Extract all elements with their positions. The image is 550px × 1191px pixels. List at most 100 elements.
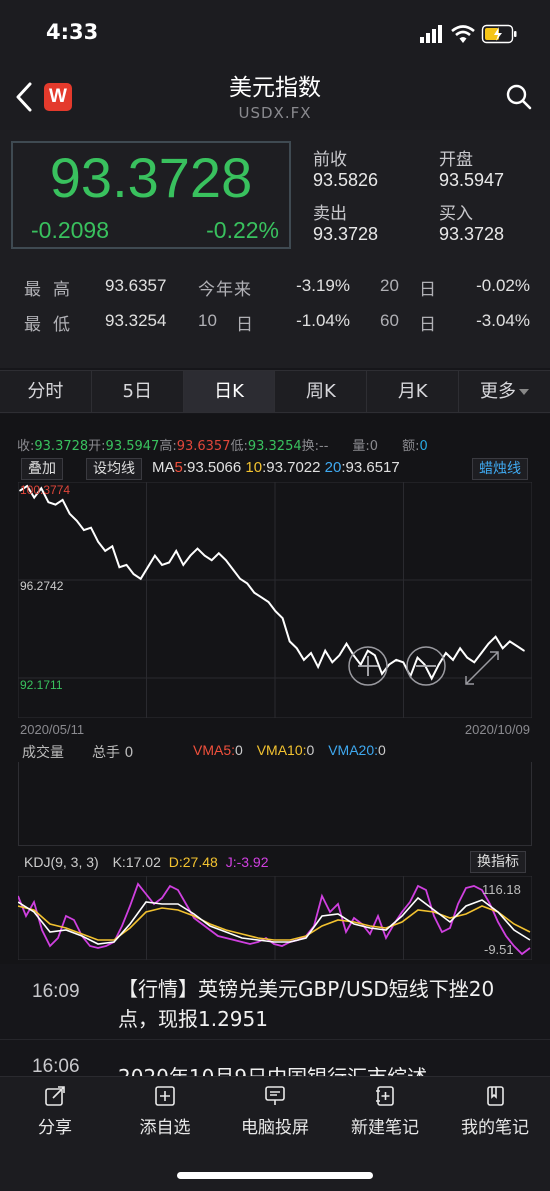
kdj-d-value: 27.48 bbox=[182, 854, 218, 870]
signal-icon bbox=[420, 25, 442, 43]
price-point bbox=[132, 573, 135, 575]
price-point bbox=[459, 647, 461, 650]
nav-bar: W 美元指数 USDX.FX bbox=[0, 62, 550, 130]
price-point bbox=[168, 561, 170, 564]
price-point bbox=[296, 647, 298, 650]
kdj-chart: 116.18 -9.51 bbox=[18, 876, 532, 960]
page-title: 美元指数 bbox=[229, 75, 321, 101]
tab-intraday[interactable]: 分时 bbox=[0, 371, 92, 412]
news-time: 16:06 bbox=[32, 1056, 80, 1076]
fullscreen-icon[interactable] bbox=[465, 651, 499, 685]
share-icon bbox=[45, 1086, 65, 1106]
price-point bbox=[317, 666, 319, 668]
bottom-toolbar: 分享 添自选 电脑投屏 新建笔记 我的笔记 bbox=[0, 1076, 550, 1191]
price-chart[interactable]: 100.3774 96.2742 92.1711 bbox=[18, 482, 532, 718]
price-point bbox=[189, 554, 192, 557]
amount-value: 0 bbox=[419, 439, 428, 454]
chevron-down-icon bbox=[519, 389, 530, 395]
y-tick-low: 92.1711 bbox=[20, 678, 63, 692]
volume-value: 0 bbox=[369, 439, 379, 454]
prev-close-label: 前收 bbox=[313, 150, 347, 170]
price-point bbox=[509, 640, 511, 643]
bid-value: 93.3728 bbox=[439, 224, 505, 244]
status-icons bbox=[420, 24, 517, 44]
cast-button[interactable]: 电脑投屏 bbox=[220, 1085, 330, 1138]
my-notes-button[interactable]: 我的笔记 bbox=[440, 1085, 550, 1138]
x-start-label: 2020/05/11 bbox=[20, 722, 85, 737]
ma20-value: :93.6517 bbox=[341, 459, 400, 476]
vma20-value: 0 bbox=[378, 742, 386, 758]
price-box: 93.3728 -0.2098 -0.22% bbox=[11, 141, 291, 249]
price-point bbox=[260, 596, 263, 599]
tab-5day[interactable]: 5日 bbox=[92, 371, 184, 412]
tab-monthly-k[interactable]: 月K bbox=[367, 371, 460, 412]
kdj-j-value: -3.92 bbox=[236, 854, 269, 870]
ytd-label: 今年来 bbox=[198, 280, 252, 300]
set-ma-button[interactable]: 设均线 bbox=[86, 458, 142, 480]
price-point bbox=[253, 591, 256, 594]
kdj-y-max: 116.18 bbox=[482, 882, 521, 897]
price-point bbox=[445, 652, 447, 654]
battery-icon bbox=[481, 24, 517, 44]
price-point bbox=[288, 640, 291, 643]
price-point bbox=[118, 566, 121, 568]
price-point bbox=[331, 661, 334, 664]
ohlc-row: 收:93.3728开:93.5947高:93.6357低:93.3254换:--… bbox=[17, 435, 428, 454]
kdj-j-label: J: bbox=[225, 854, 237, 870]
price-point bbox=[68, 513, 71, 515]
vma5-value: 0 bbox=[235, 742, 243, 758]
vma5-label: VMA5: bbox=[193, 742, 236, 758]
price-point bbox=[480, 652, 483, 654]
price-point bbox=[416, 656, 419, 659]
search-icon[interactable] bbox=[504, 82, 534, 112]
price-point bbox=[402, 661, 405, 664]
news-item[interactable]: 16:09 【行情】英镑兑美元GBP/USD短线下挫20点，现报1.2951 bbox=[0, 964, 550, 1040]
tab-more[interactable]: 更多 bbox=[459, 371, 550, 412]
price-point bbox=[161, 564, 163, 566]
y-tick-mid: 96.2742 bbox=[20, 579, 64, 593]
price-point bbox=[182, 564, 185, 566]
new-note-button[interactable]: 新建笔记 bbox=[330, 1085, 440, 1138]
kdj-y-min: -9.51 bbox=[484, 942, 514, 957]
ma-label: MA bbox=[152, 459, 175, 476]
open-label: 开: bbox=[88, 439, 106, 454]
news-headline: 【行情】英镑兑美元GBP/USD短线下挫20点，现报1.2951 bbox=[118, 977, 495, 1031]
quote-panel: 93.3728 -0.2098 -0.22% 前收 93.5826 开盘 93.… bbox=[0, 130, 550, 368]
price-point bbox=[232, 568, 234, 571]
price-point bbox=[196, 547, 199, 550]
turnover-value: -- bbox=[319, 439, 329, 454]
volume-chart bbox=[18, 762, 532, 846]
add-watchlist-label: 添自选 bbox=[139, 1118, 191, 1138]
ma10-value: :93.7022 bbox=[262, 459, 321, 476]
vma10-label: VMA10: bbox=[256, 742, 307, 758]
price-point bbox=[345, 642, 348, 645]
zoom-out-icon[interactable] bbox=[406, 646, 446, 686]
price-point bbox=[452, 659, 454, 661]
overlay-button[interactable]: 叠加 bbox=[21, 458, 63, 480]
add-watchlist-button[interactable]: 添自选 bbox=[110, 1085, 220, 1138]
tab-weekly-k[interactable]: 周K bbox=[275, 371, 368, 412]
price-point bbox=[381, 673, 383, 675]
share-button[interactable]: 分享 bbox=[0, 1085, 110, 1138]
price-point bbox=[388, 663, 390, 666]
price-point bbox=[61, 499, 64, 501]
volume-label: 成交量 bbox=[22, 745, 64, 761]
candle-toggle-button[interactable]: 蜡烛线 bbox=[472, 458, 528, 480]
high-label: 高: bbox=[159, 439, 177, 454]
close-label: 收: bbox=[17, 439, 35, 454]
zoom-in-icon[interactable] bbox=[348, 646, 388, 686]
tab-daily-k[interactable]: 日K bbox=[183, 371, 276, 412]
price-point bbox=[246, 582, 248, 585]
price-point bbox=[175, 550, 177, 552]
switch-indicator-button[interactable]: 换指标 bbox=[470, 851, 526, 873]
open-label: 开盘 bbox=[439, 150, 473, 170]
price-point bbox=[90, 526, 92, 529]
price-point bbox=[33, 496, 35, 499]
price-point bbox=[374, 654, 376, 657]
add-watchlist-icon bbox=[155, 1086, 175, 1106]
ma10-period: 10 bbox=[245, 459, 263, 476]
price-point bbox=[274, 610, 277, 612]
d10-value: -1.04% bbox=[296, 311, 350, 330]
news-time: 16:09 bbox=[32, 981, 80, 1002]
news-item[interactable]: 16:06 2020年10月9日中国银行汇市综述 bbox=[0, 1044, 550, 1076]
